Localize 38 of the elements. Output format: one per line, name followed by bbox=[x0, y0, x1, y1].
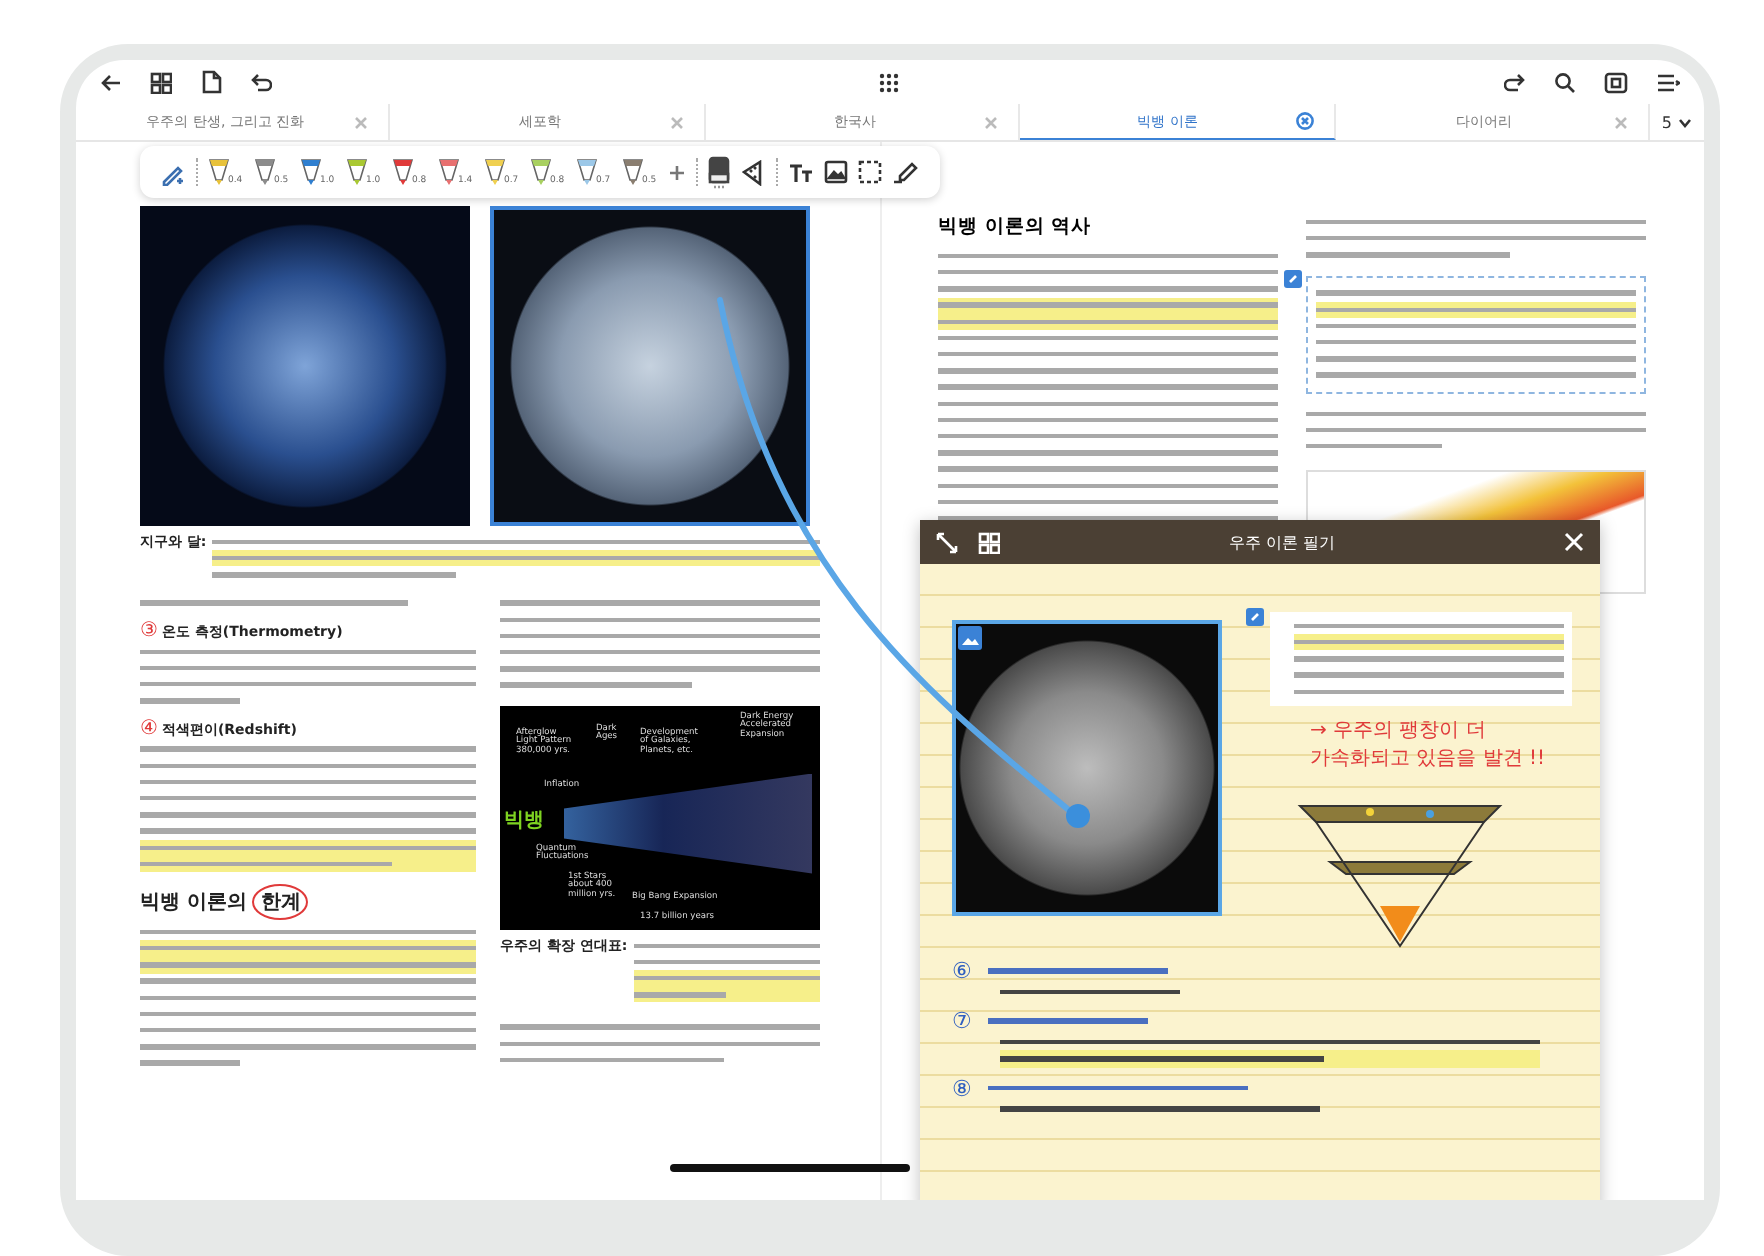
handwritten-note: → 우주의 팽창이 더 가속화되고 있음을 발견 !! bbox=[1310, 717, 1548, 774]
grid-view-icon[interactable] bbox=[978, 531, 1000, 553]
section-heading: 빅뱅 이론의 역사 bbox=[938, 214, 1094, 240]
close-icon[interactable] bbox=[1564, 532, 1584, 552]
circled-number: ④ bbox=[140, 719, 158, 739]
tab-count-dropdown[interactable]: 5 bbox=[1649, 104, 1704, 140]
pasted-text-clip[interactable] bbox=[1270, 612, 1572, 706]
back-arrow-icon[interactable] bbox=[100, 71, 122, 93]
link-icon bbox=[1246, 608, 1264, 626]
note-title: 우주 이론 필기 bbox=[1226, 531, 1338, 553]
resize-icon[interactable] bbox=[936, 531, 958, 553]
circled-number: ⑥ bbox=[952, 957, 972, 984]
text-tool-icon[interactable] bbox=[788, 161, 814, 183]
document-icon[interactable] bbox=[200, 70, 222, 94]
close-tab-icon[interactable] bbox=[1295, 112, 1313, 130]
search-icon[interactable] bbox=[1554, 71, 1576, 93]
apps-menu-icon[interactable] bbox=[877, 71, 899, 93]
ruler-icon[interactable] bbox=[740, 159, 766, 185]
chevron-down-icon bbox=[1677, 117, 1692, 127]
add-icon[interactable] bbox=[668, 163, 686, 181]
circled-word: 한계 bbox=[252, 884, 309, 920]
handwritten-note: 빅뱅 bbox=[504, 805, 544, 834]
grid-view-icon[interactable] bbox=[150, 71, 172, 93]
link-icon bbox=[1284, 269, 1302, 288]
page-view-icon[interactable] bbox=[1604, 71, 1628, 93]
image-icon bbox=[958, 626, 982, 650]
undo-icon[interactable] bbox=[250, 72, 272, 92]
redo-icon[interactable] bbox=[1504, 72, 1526, 92]
circled-number: ③ bbox=[140, 621, 158, 642]
selection-icon[interactable] bbox=[858, 160, 882, 184]
clipped-text-frame[interactable] bbox=[1306, 275, 1646, 394]
section-heading: 빅뱅 이론의 bbox=[140, 890, 247, 916]
more-options-icon[interactable] bbox=[1656, 71, 1680, 93]
eraser-icon[interactable] bbox=[708, 155, 730, 189]
image-icon[interactable] bbox=[824, 160, 848, 184]
circled-number: ⑦ bbox=[952, 1008, 972, 1035]
highlighter-icon[interactable] bbox=[892, 160, 920, 184]
circled-number: ⑧ bbox=[952, 1075, 972, 1101]
